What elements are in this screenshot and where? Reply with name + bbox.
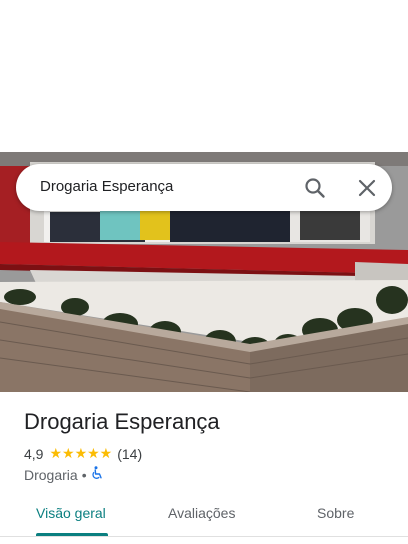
rating-value: 4,9 bbox=[24, 445, 44, 462]
search-input[interactable]: Drogaria Esperança bbox=[40, 178, 173, 195]
tab-bar: Visão geral Avaliações Sobre bbox=[0, 492, 408, 536]
category-row: Drogaria • bbox=[24, 466, 104, 483]
rating-stars: ★★★★★ bbox=[49, 445, 113, 461]
place-category[interactable]: Drogaria bbox=[24, 467, 78, 483]
rating-row[interactable]: 4,9 ★★★★★ (14) bbox=[24, 445, 142, 462]
search-icon[interactable] bbox=[302, 175, 328, 201]
review-count[interactable]: (14) bbox=[117, 446, 142, 462]
wheelchair-icon bbox=[91, 466, 104, 483]
separator-dot: • bbox=[81, 466, 87, 483]
tab-overview[interactable]: Visão geral bbox=[36, 505, 106, 521]
map-blank-area bbox=[0, 0, 408, 152]
tabs-divider bbox=[0, 536, 408, 537]
tab-reviews[interactable]: Avaliações bbox=[168, 505, 235, 521]
search-bar[interactable]: Drogaria Esperança bbox=[16, 164, 392, 211]
place-title: Drogaria Esperança bbox=[24, 409, 220, 434]
close-icon[interactable] bbox=[354, 175, 380, 201]
tab-about[interactable]: Sobre bbox=[317, 505, 354, 521]
